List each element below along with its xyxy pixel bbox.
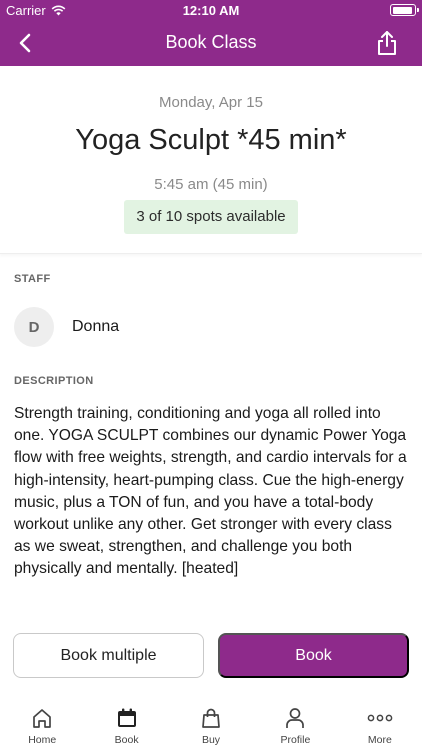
share-button[interactable] (372, 28, 402, 58)
tab-home[interactable]: Home (0, 700, 84, 750)
tab-profile[interactable]: Profile (253, 700, 337, 750)
share-icon (378, 31, 396, 55)
class-date: Monday, Apr 15 (159, 94, 263, 111)
class-name: Yoga Sculpt *45 min* (75, 124, 347, 156)
spots-badge: 3 of 10 spots available (124, 200, 298, 234)
shopping-bag-icon (202, 708, 220, 728)
tab-book[interactable]: Book (84, 700, 168, 750)
status-time: 12:10 AM (182, 3, 240, 18)
avatar: D (14, 307, 54, 347)
staff-name: Donna (72, 318, 120, 335)
page-title: Book Class (165, 32, 257, 52)
tab-more[interactable]: More (338, 700, 422, 750)
tab-profile-label: Profile (280, 734, 311, 746)
staff-section-label: STAFF (14, 273, 51, 285)
tab-home-label: Home (28, 734, 57, 746)
tab-buy[interactable]: Buy (169, 700, 253, 750)
tab-more-label: More (367, 734, 392, 746)
status-bar: Carrier 12:10 AM (0, 0, 422, 20)
description-section-label: DESCRIPTION (14, 375, 94, 387)
book-multiple-button[interactable]: Book multiple (13, 633, 204, 678)
navigation-bar: Book Class (0, 20, 422, 66)
more-dots-icon (367, 714, 393, 722)
battery-icon (390, 4, 419, 16)
staff-row[interactable]: D Donna (14, 307, 119, 347)
book-button[interactable]: Book (218, 633, 409, 678)
person-icon (286, 708, 305, 728)
class-description: Strength training, conditioning and yoga… (14, 405, 407, 578)
class-time: 5:45 am (45 min) (154, 176, 268, 193)
tab-bar: Home Book Buy Profile More (0, 700, 422, 750)
class-header: Monday, Apr 15 Yoga Sculpt *45 min* 5:45… (0, 66, 422, 254)
home-icon (33, 709, 52, 728)
calendar-icon (117, 708, 136, 727)
tab-buy-label: Buy (201, 734, 221, 746)
tab-book-label: Book (114, 734, 139, 746)
